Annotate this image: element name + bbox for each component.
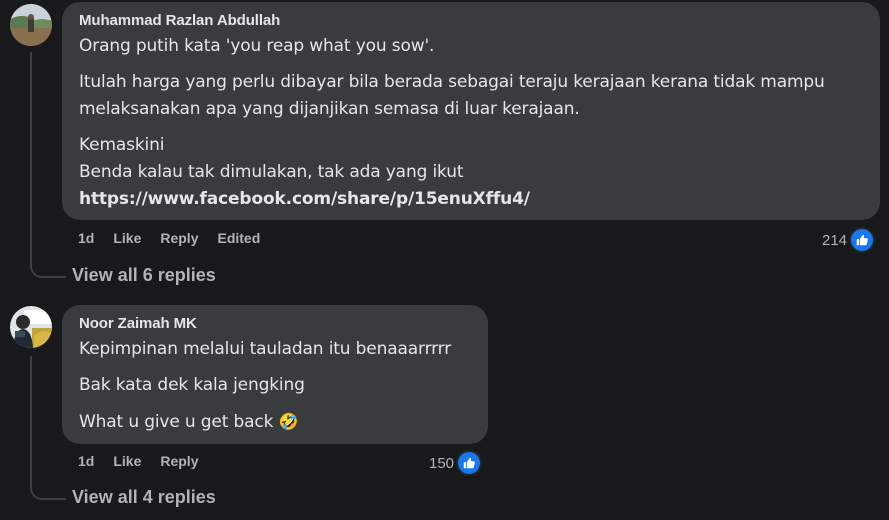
comment-actions: 1d Like Reply Edited (78, 230, 279, 246)
comment-link[interactable]: https://www.facebook.com/share/p/15enuXf… (79, 186, 864, 213)
comment-text: Orang putih kata 'you reap what you sow'… (79, 33, 864, 60)
comment-author[interactable]: Muhammad Razlan Abdullah (79, 11, 864, 31)
reply-button[interactable]: Reply (160, 230, 198, 246)
like-button[interactable]: Like (113, 230, 141, 246)
reply-button[interactable]: Reply (160, 453, 198, 469)
view-replies-link[interactable]: View all 6 replies (72, 265, 216, 286)
reaction-summary[interactable]: 214 (822, 227, 876, 253)
comment-bubble: Muhammad Razlan Abdullah Orang putih kat… (62, 2, 880, 220)
comment-line: Itulah harga yang perlu dibayar bila ber… (79, 72, 825, 92)
thread-line (30, 52, 32, 258)
comment-author[interactable]: Noor Zaimah MK (79, 314, 472, 334)
avatar[interactable] (10, 306, 52, 348)
reaction-summary[interactable]: 150 (429, 450, 483, 476)
comment-text: What u give u get back 🤣 (79, 408, 472, 436)
comment-line: Benda kalau tak dimulakan, tak ada yang … (79, 162, 464, 182)
comment-line: Bak kata dek kala jengking (79, 375, 305, 395)
comment-bubble: Noor Zaimah MK Kepimpinan melalui taulad… (62, 305, 488, 444)
thumbs-up-icon (849, 227, 876, 253)
comment-line: melaksanakan apa yang dijanjikan semasa … (79, 99, 580, 119)
thread-line (30, 356, 32, 480)
comment-actions: 1d Like Reply (78, 453, 217, 469)
reaction-count: 150 (429, 454, 455, 472)
comment-line: Kemaskini (79, 135, 165, 155)
comment-text: Bak kata dek kala jengking (79, 372, 472, 399)
comment-text: Kepimpinan melalui tauladan itu benaaarr… (79, 336, 472, 363)
comment-line: What u give u get back (79, 412, 274, 432)
thread-connector (30, 258, 66, 278)
thread-connector (30, 480, 66, 500)
view-replies-link[interactable]: View all 4 replies (72, 487, 216, 508)
reaction-count: 214 (822, 231, 848, 249)
comment-text: Kemaskini Benda kalau tak dimulakan, tak… (79, 132, 864, 213)
comment-line: Orang putih kata 'you reap what you sow'… (79, 36, 435, 56)
comment-line: Kepimpinan melalui tauladan itu benaaarr… (79, 339, 452, 359)
thumbs-up-icon (456, 450, 483, 476)
avatar[interactable] (10, 4, 52, 46)
comment-timestamp[interactable]: 1d (78, 453, 94, 469)
like-button[interactable]: Like (113, 453, 141, 469)
comment-text: Itulah harga yang perlu dibayar bila ber… (79, 69, 864, 123)
rofl-emoji-icon: 🤣 (278, 412, 299, 431)
comment-timestamp[interactable]: 1d (78, 230, 94, 246)
edited-label[interactable]: Edited (217, 230, 260, 246)
